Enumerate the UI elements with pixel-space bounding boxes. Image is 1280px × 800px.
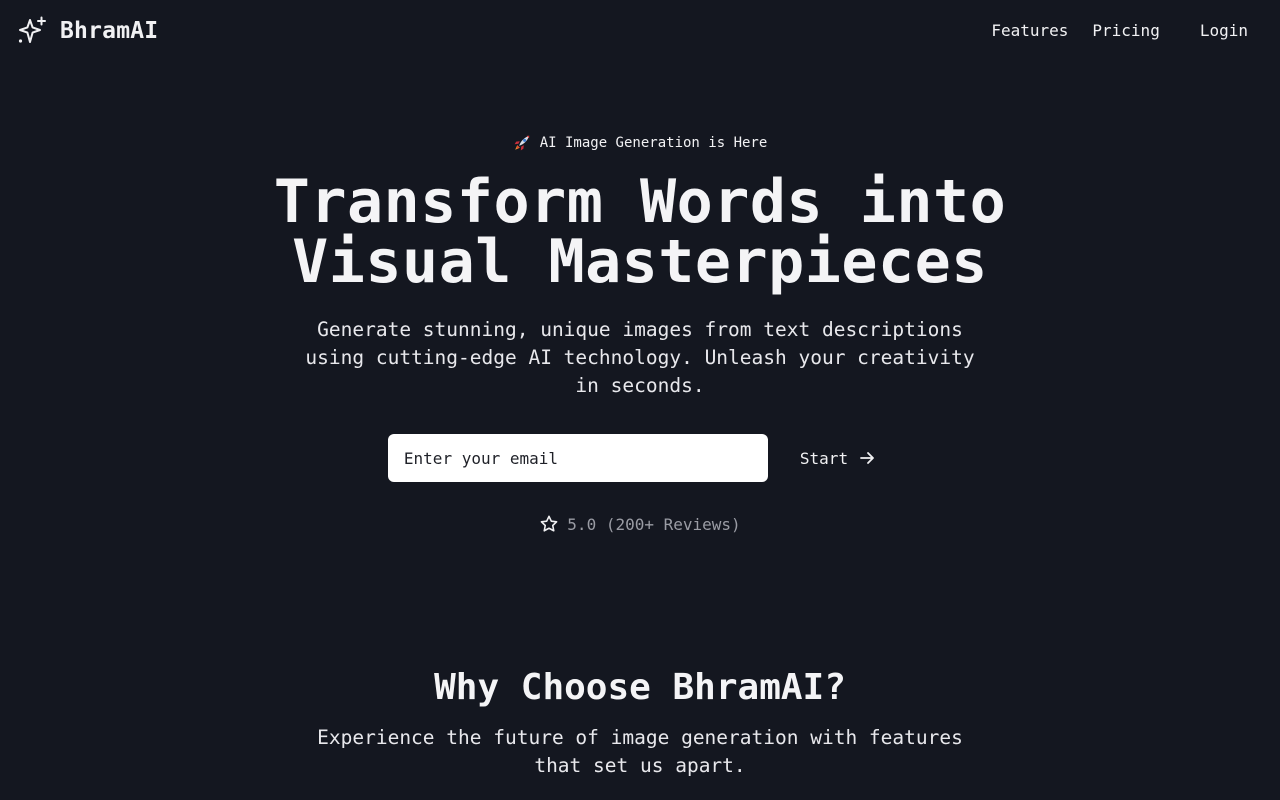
announcement-text: AI Image Generation is Here (539, 135, 768, 151)
hero-section: AI Image Generation is Here Transform Wo… (0, 132, 1280, 538)
landing-page: BhramAI Features Pricing Login AI Image … (0, 0, 1280, 800)
email-signup-form: Start (0, 434, 1280, 482)
nav-link-pricing[interactable]: Pricing (1092, 20, 1159, 42)
rocket-icon (514, 135, 529, 151)
features-section-subtitle: Experience the future of image generatio… (317, 726, 963, 777)
rating-summary: 5.0 (200+ Reviews) (539, 514, 741, 534)
nav-link-login[interactable]: Login (1200, 20, 1248, 42)
start-button[interactable]: Start (784, 434, 892, 482)
main-nav: Features Pricing Login (991, 20, 1248, 42)
brand-logo-link[interactable]: BhramAI (16, 15, 158, 47)
nav-link-features[interactable]: Features (991, 20, 1068, 42)
star-icon (540, 515, 558, 532)
features-section-title: Why Choose BhramAI? (434, 667, 846, 708)
rating-text: 5.0 (200+ Reviews) (567, 514, 741, 534)
announcement-badge: AI Image Generation is Here (513, 132, 768, 154)
brand-name: BhramAI (60, 18, 159, 44)
sparkles-icon (18, 16, 46, 43)
hero-title-line-2: Visual Masterpieces (292, 227, 988, 297)
hero-subtitle: Generate stunning, unique images from te… (305, 318, 975, 397)
arrow-right-icon (860, 452, 874, 464)
features-intro-section: Why Choose BhramAI? Experience the futur… (0, 664, 1280, 780)
top-navbar: BhramAI Features Pricing Login (0, 0, 1280, 64)
start-button-label: Start (799, 448, 849, 468)
email-input[interactable] (387, 434, 768, 482)
hero-title: Transform Words into Visual Masterpieces (230, 172, 1050, 292)
